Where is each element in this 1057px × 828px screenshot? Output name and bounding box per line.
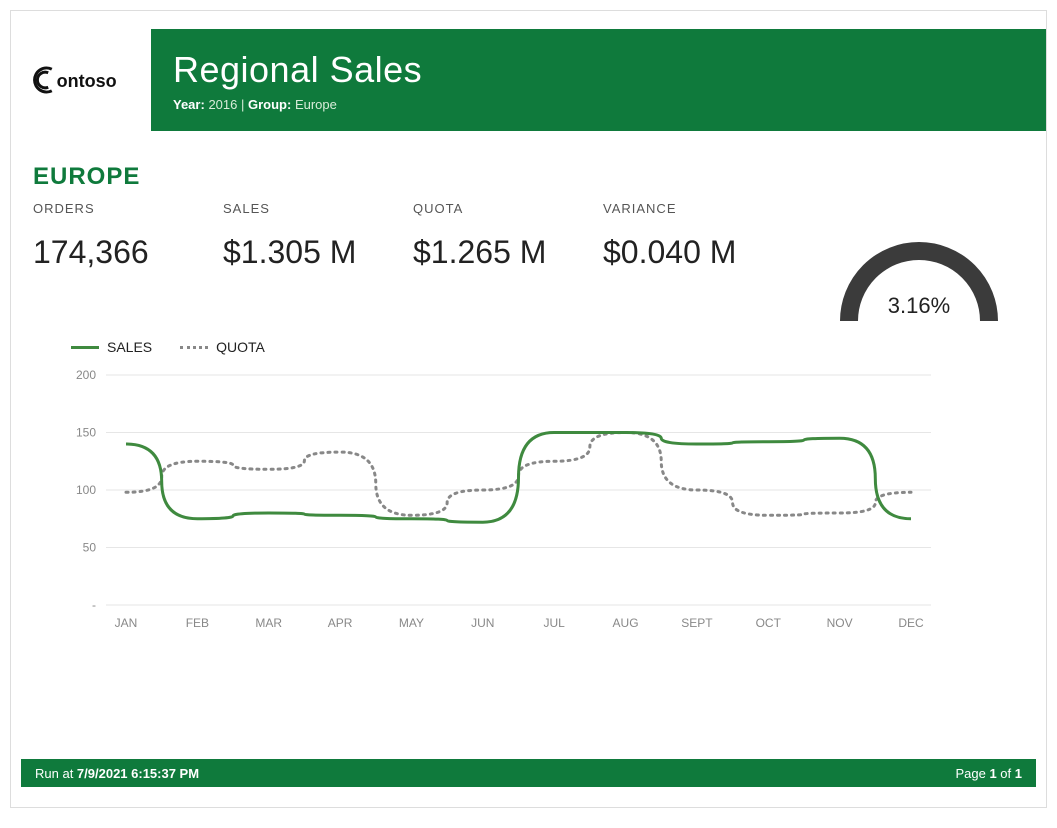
- chart-legend: SALES QUOTA: [71, 339, 1006, 355]
- report-title: Regional Sales: [173, 49, 1024, 91]
- svg-text:JAN: JAN: [115, 616, 138, 630]
- legend-sales: SALES: [71, 339, 152, 355]
- svg-text:JUN: JUN: [471, 616, 494, 630]
- kpi-variance-label: VARIANCE: [603, 201, 793, 216]
- kpi-quota-label: QUOTA: [413, 201, 603, 216]
- kpi-variance: VARIANCE $0.040 M: [603, 201, 793, 271]
- logo-text: ontoso: [56, 71, 116, 91]
- region-heading: EUROPE: [33, 163, 1046, 191]
- svg-text:NOV: NOV: [827, 616, 853, 630]
- legend-sales-label: SALES: [107, 339, 152, 355]
- report-subtitle: Year: 2016 | Group: Europe: [173, 97, 1024, 112]
- kpi-orders-value: 174,366: [33, 234, 223, 271]
- svg-text:SEPT: SEPT: [681, 616, 713, 630]
- kpi-quota-value: $1.265 M: [413, 234, 603, 271]
- svg-text:200: 200: [76, 368, 96, 382]
- group-label: Group:: [248, 97, 291, 112]
- group-value: Europe: [295, 97, 337, 112]
- kpi-variance-value: $0.040 M: [603, 234, 793, 271]
- kpi-sales-value: $1.305 M: [223, 234, 413, 271]
- kpi-quota: QUOTA $1.265 M: [413, 201, 603, 271]
- report-page: ontoso Regional Sales Year: 2016 | Group…: [10, 10, 1047, 808]
- svg-text:-: -: [92, 598, 96, 612]
- svg-text:MAY: MAY: [399, 616, 424, 630]
- svg-text:MAR: MAR: [255, 616, 282, 630]
- subtitle-separator: |: [241, 97, 248, 112]
- contoso-logo-icon: ontoso: [29, 56, 149, 104]
- svg-text:150: 150: [76, 426, 96, 440]
- legend-sales-swatch: [71, 346, 99, 349]
- chart-plot: - 50 100 150 200 JAN FEB MAR APR MAY JUN JUL AUG SEPT…: [51, 365, 951, 635]
- svg-text:DEC: DEC: [898, 616, 924, 630]
- runat-label: Run at: [35, 766, 77, 781]
- year-label: Year:: [173, 97, 205, 112]
- svg-text:APR: APR: [328, 616, 353, 630]
- svg-text:FEB: FEB: [186, 616, 209, 630]
- footer-runat: Run at 7/9/2021 6:15:37 PM: [35, 766, 199, 781]
- page-current: 1: [989, 766, 996, 781]
- legend-quota: QUOTA: [180, 339, 265, 355]
- kpi-sales-label: SALES: [223, 201, 413, 216]
- svg-text:OCT: OCT: [756, 616, 782, 630]
- footer-paging: Page 1 of 1: [955, 766, 1022, 781]
- gauge-value: 3.16%: [834, 293, 1004, 319]
- kpi-row: ORDERS 174,366 SALES $1.305 M QUOTA $1.2…: [11, 201, 1046, 321]
- year-value: 2016: [208, 97, 237, 112]
- svg-text:AUG: AUG: [613, 616, 639, 630]
- report-footer: Run at 7/9/2021 6:15:37 PM Page 1 of 1: [21, 759, 1036, 787]
- page-total: 1: [1015, 766, 1022, 781]
- svg-text:JUL: JUL: [544, 616, 566, 630]
- svg-text:50: 50: [83, 541, 97, 555]
- gauge-container: 3.16%: [793, 201, 1024, 321]
- kpi-sales: SALES $1.305 M: [223, 201, 413, 271]
- header: ontoso Regional Sales Year: 2016 | Group…: [11, 11, 1046, 131]
- line-chart: SALES QUOTA - 50 100 150 200 JAN FEB MAR APR MAY J…: [51, 339, 1006, 659]
- legend-quota-label: QUOTA: [216, 339, 265, 355]
- kpi-orders: ORDERS 174,366: [33, 201, 223, 271]
- runat-value: 7/9/2021 6:15:37 PM: [77, 766, 199, 781]
- page-label: Page: [955, 766, 989, 781]
- logo: ontoso: [11, 29, 151, 131]
- page-of: of: [997, 766, 1015, 781]
- title-banner: Regional Sales Year: 2016 | Group: Europ…: [151, 29, 1046, 131]
- legend-quota-swatch: [180, 346, 208, 349]
- kpi-orders-label: ORDERS: [33, 201, 223, 216]
- svg-text:100: 100: [76, 483, 96, 497]
- variance-gauge: 3.16%: [834, 231, 1004, 321]
